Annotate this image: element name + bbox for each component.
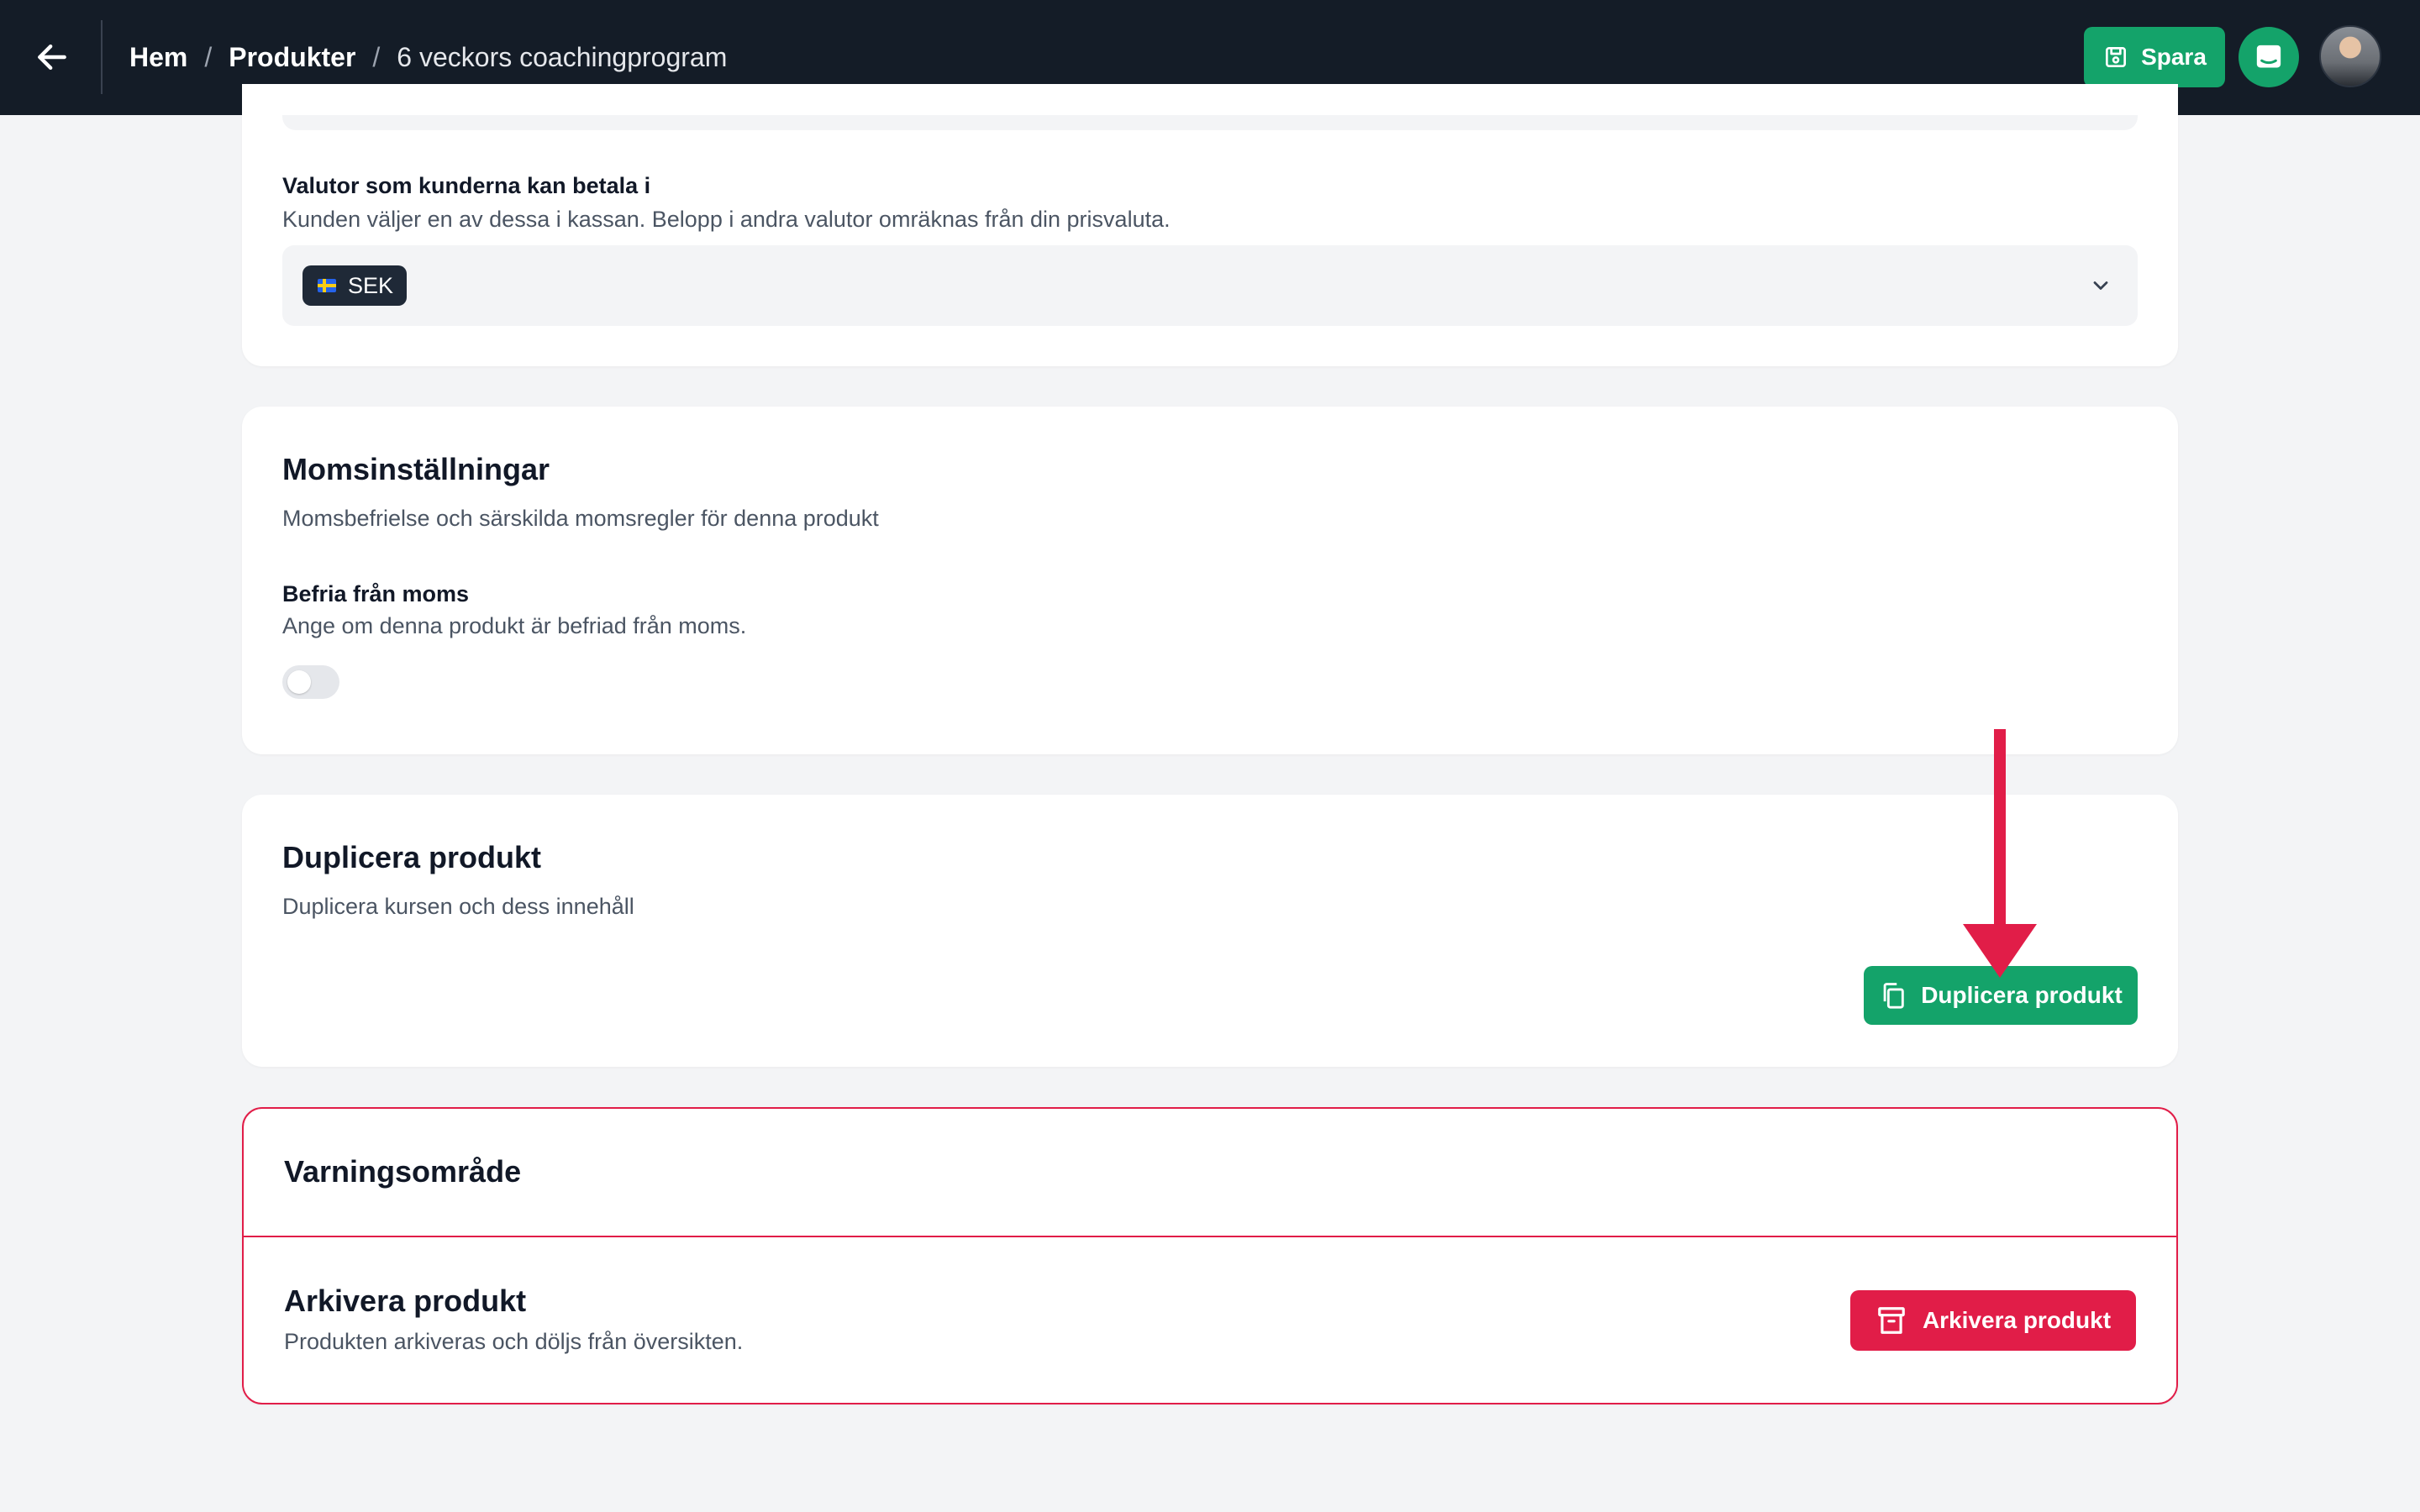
save-button-label: Spara (2141, 44, 2207, 70)
breadcrumb-products[interactable]: Produkter (229, 42, 355, 73)
sweden-flag-icon (318, 279, 336, 292)
currency-label: Valutor som kunderna kan betala i (282, 173, 651, 198)
breadcrumb-home[interactable]: Hem (129, 42, 187, 73)
archive-product-button[interactable]: Arkivera produkt (1850, 1290, 2136, 1351)
annotation-arrow-icon (1963, 729, 2037, 978)
user-avatar[interactable] (2319, 25, 2381, 87)
arrow-left-icon (38, 44, 66, 71)
chat-button[interactable] (2238, 27, 2299, 87)
archive-box-icon (1878, 1307, 1905, 1334)
floppy-disk-icon (2106, 47, 2127, 67)
duplicate-title: Duplicera produkt (282, 840, 542, 874)
archive-title: Arkivera produkt (284, 1284, 527, 1318)
archive-button-label: Arkivera produkt (1922, 1307, 2112, 1333)
chat-icon (2256, 45, 2281, 68)
currency-select[interactable]: SEK (282, 245, 2138, 326)
topbar-divider (101, 20, 103, 94)
toggle-knob (287, 670, 311, 694)
vat-exempt-toggle[interactable] (282, 665, 339, 699)
currency-chip-sek[interactable]: SEK (302, 265, 408, 306)
previous-field-bottom (282, 115, 2138, 130)
duplicate-subtitle: Duplicera kursen och dess innehåll (282, 894, 634, 919)
breadcrumb-separator: / (372, 42, 381, 72)
breadcrumb-separator: / (204, 42, 213, 72)
chevron-down-icon (2093, 281, 2108, 290)
archive-help: Produkten arkiveras och döljs från övers… (284, 1329, 744, 1354)
vat-exempt-help: Ange om denna produkt är befriad från mo… (282, 613, 747, 638)
duplicate-button-label: Duplicera produkt (1921, 982, 2123, 1008)
danger-zone-title: Varningsområde (284, 1154, 522, 1189)
vat-exempt-label: Befria från moms (282, 581, 470, 606)
duplicate-product-card (242, 795, 2178, 1067)
danger-zone-divider (242, 1236, 2178, 1237)
copy-icon (1883, 983, 1904, 1009)
vat-title: Momsinställningar (282, 452, 550, 486)
currency-help: Kunden väljer en av dessa i kassan. Belo… (282, 207, 1171, 232)
currency-chip-label: SEK (348, 272, 394, 298)
back-button[interactable] (30, 35, 74, 79)
breadcrumb-current-product: 6 veckors coachingprogram (397, 42, 728, 72)
save-button[interactable]: Spara (2084, 27, 2225, 87)
vat-subtitle: Momsbefrielse och särskilda momsregler f… (282, 506, 879, 531)
danger-zone-card (242, 1107, 2178, 1404)
